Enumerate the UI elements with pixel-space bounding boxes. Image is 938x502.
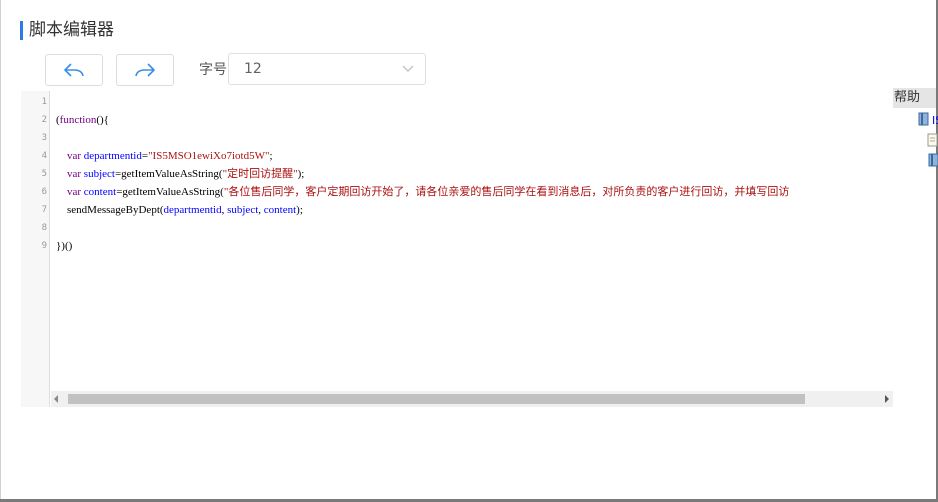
code-token: departmentid (163, 204, 222, 216)
code-line[interactable]: var content=getItemValueAsString("各位售后同学… (56, 183, 789, 201)
line-number: 2 (41, 115, 47, 125)
line-number: 9 (41, 241, 47, 251)
code-token: content (263, 204, 297, 216)
title-accent-bar (20, 21, 23, 40)
code-token: =getItemValueAsString( (114, 168, 223, 180)
window-left-border (0, 0, 1, 502)
code-token: sendMessageByDept( (56, 204, 164, 216)
line-number: 7 (41, 205, 47, 215)
code-token: ); (297, 168, 305, 180)
line-number: 5 (41, 169, 47, 179)
book-icon[interactable] (918, 112, 930, 126)
font-size-select[interactable]: 12 (228, 53, 426, 85)
code-token: content (83, 186, 117, 198)
undo-arrow-icon (64, 63, 84, 77)
code-token: "定时回访提醒" (222, 168, 298, 180)
scrollbar-thumb[interactable] (68, 394, 805, 404)
code-line[interactable]: })() (56, 237, 72, 255)
code-token: "IS5MSO1ewiXo7iotd5W" (148, 150, 270, 162)
line-number-gutter: 1 2 3 4 5 6 7 8 9 (21, 91, 50, 407)
help-tree-root-label[interactable]: IS (932, 114, 938, 127)
code-token: ; (269, 150, 273, 162)
code-line[interactable]: sendMessageByDept(departmentid, subject,… (56, 201, 303, 219)
line-number: 3 (41, 133, 47, 143)
font-size-value: 12 (244, 61, 262, 77)
code-token: var (67, 150, 82, 162)
chevron-down-icon (402, 65, 414, 72)
code-line[interactable]: (function(){ (56, 111, 109, 129)
redo-arrow-icon (135, 63, 155, 77)
code-token: (){ (96, 114, 109, 126)
code-token: subject (227, 204, 259, 216)
scroll-left-arrow-icon[interactable] (54, 395, 58, 403)
undo-button[interactable] (45, 54, 103, 86)
font-size-label: 字号 (199, 62, 227, 78)
code-token: "各位售后同学，客户定期回访开始了，请各位亲爱的售后同学在看到消息后，对所负责的… (223, 186, 790, 198)
redo-button[interactable] (116, 54, 174, 86)
horizontal-scrollbar[interactable] (51, 391, 893, 407)
code-token: ); (296, 204, 303, 216)
code-line[interactable]: var subject=getItemValueAsString("定时回访提醒… (56, 165, 304, 183)
line-number: 8 (41, 223, 47, 233)
code-line[interactable]: var departmentid="IS5MSO1ewiXo7iotd5W"; (56, 147, 273, 165)
code-token: var (67, 186, 82, 198)
book-icon[interactable] (928, 153, 938, 167)
code-token: var (67, 168, 82, 180)
help-title: 帮助 (894, 90, 921, 105)
code-token: })() (56, 240, 73, 252)
line-number: 4 (41, 151, 47, 161)
document-icon[interactable] (927, 133, 938, 147)
scroll-right-arrow-icon[interactable] (885, 395, 889, 403)
code-editor[interactable]: 123456789 (function(){ var departmentid=… (21, 91, 893, 407)
code-token: function (59, 114, 97, 126)
code-token: =getItemValueAsString( (116, 186, 224, 198)
line-number: 6 (41, 187, 47, 197)
code-token: departmentid (83, 150, 142, 162)
page-title: 脚本编辑器 (29, 20, 114, 40)
line-number: 1 (41, 97, 47, 107)
code-token: subject (83, 168, 115, 180)
